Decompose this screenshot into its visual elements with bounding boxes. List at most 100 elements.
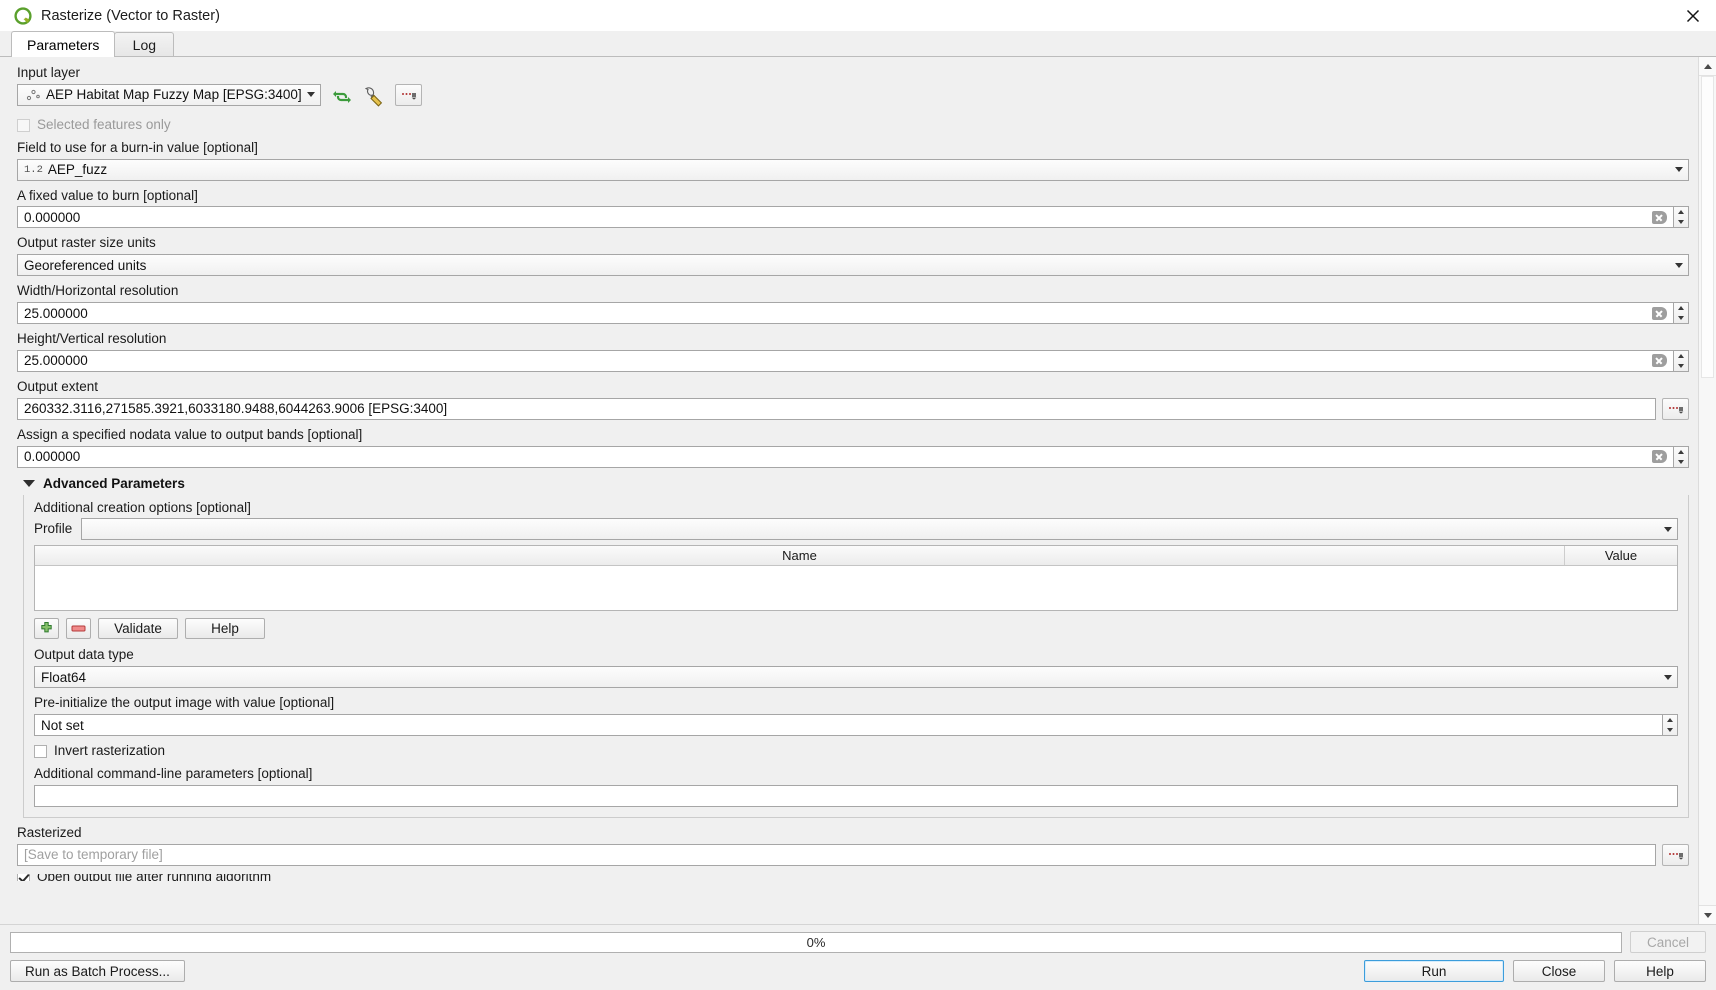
- open-output-file-label: Open output file after running algorithm: [37, 874, 271, 881]
- tab-parameters[interactable]: Parameters: [11, 31, 116, 57]
- dialog-footer: 0% Cancel Run as Batch Process... Run Cl…: [0, 924, 1716, 990]
- vertical-scrollbar[interactable]: [1698, 57, 1716, 924]
- invert-rasterization-row[interactable]: Invert rasterization: [34, 743, 1678, 759]
- chevron-down-icon[interactable]: [1659, 667, 1677, 687]
- nodata-input[interactable]: 0.000000: [17, 445, 1674, 468]
- close-icon[interactable]: [1670, 0, 1716, 31]
- profile-combo[interactable]: [81, 518, 1678, 541]
- rasterized-output-row: Rasterized [Save to temporary file]: [17, 825, 1689, 866]
- burn-field-value: AEP_fuzz: [47, 162, 108, 178]
- input-layer-label: Input layer: [17, 65, 81, 80]
- extra-cli-input[interactable]: [34, 784, 1678, 807]
- selected-features-only-label: Selected features only: [37, 116, 171, 132]
- stepper-up-icon[interactable]: [1663, 715, 1677, 725]
- stepper-up-icon[interactable]: [1674, 303, 1688, 313]
- rasterized-output-input[interactable]: [Save to temporary file]: [17, 843, 1656, 866]
- run-button[interactable]: Run: [1364, 960, 1504, 982]
- output-extent-input[interactable]: 260332.3116,271585.3921,6033180.9488,604…: [17, 397, 1656, 420]
- fixed-value-row: A fixed value to burn [optional] 0.00000…: [17, 187, 1689, 229]
- burn-field-label: Field to use for a burn-in value [option…: [17, 139, 258, 155]
- input-layer-row: Input layer AEP Habitat Map Fuzzy Map [E…: [17, 65, 1689, 110]
- tab-strip: Parameters Log: [0, 31, 1716, 57]
- stepper-up-icon[interactable]: [1674, 207, 1688, 217]
- input-layer-browse-button[interactable]: [394, 83, 422, 106]
- progress-bar: 0%: [10, 931, 1622, 953]
- scrollbar-thumb[interactable]: [1701, 76, 1714, 378]
- fixed-value-label: A fixed value to burn [optional]: [17, 187, 198, 203]
- scroll-down-icon[interactable]: [1699, 905, 1716, 924]
- size-units-combo[interactable]: Georeferenced units: [17, 254, 1689, 277]
- advanced-parameters-title: Advanced Parameters: [43, 475, 185, 491]
- pre-initialize-stepper[interactable]: [1663, 714, 1678, 737]
- width-resolution-text: 25.000000: [24, 305, 88, 321]
- chevron-down-icon[interactable]: [1670, 255, 1688, 275]
- stepper-down-icon[interactable]: [1663, 725, 1677, 735]
- validate-button[interactable]: Validate: [98, 618, 178, 640]
- clear-icon[interactable]: [1652, 450, 1667, 464]
- chevron-down-icon[interactable]: [1659, 519, 1677, 539]
- cancel-button[interactable]: Cancel: [1630, 931, 1706, 953]
- stepper-down-icon[interactable]: [1674, 313, 1688, 323]
- extra-cli-label: Additional command-line parameters [opti…: [34, 765, 313, 781]
- output-extent-browse-button[interactable]: [1662, 397, 1689, 420]
- rasterized-output-browse-button[interactable]: [1662, 843, 1689, 866]
- output-extent-row: Output extent 260332.3116,271585.3921,60…: [17, 379, 1689, 420]
- fixed-value-stepper[interactable]: [1674, 206, 1689, 229]
- fixed-value-input[interactable]: 0.000000: [17, 206, 1674, 229]
- width-resolution-stepper[interactable]: [1674, 302, 1689, 325]
- table-header: Name Value: [35, 546, 1677, 567]
- scroll-up-icon[interactable]: [1699, 57, 1716, 76]
- output-data-type-row: Output data type Float64: [34, 647, 1678, 689]
- selected-features-only-checkbox[interactable]: [17, 118, 30, 132]
- chevron-down-icon: [23, 479, 35, 487]
- invert-rasterization-checkbox[interactable]: [34, 745, 47, 759]
- nodata-stepper[interactable]: [1674, 445, 1689, 468]
- run-as-batch-button[interactable]: Run as Batch Process...: [10, 960, 185, 982]
- open-output-file-checkbox[interactable]: [17, 873, 30, 881]
- extra-cli-row: Additional command-line parameters [opti…: [34, 765, 1678, 807]
- title-bar: Rasterize (Vector to Raster): [0, 0, 1716, 31]
- creation-options-help-button[interactable]: Help: [185, 618, 265, 640]
- input-layer-combo[interactable]: AEP Habitat Map Fuzzy Map [EPSG:3400]: [17, 83, 321, 106]
- fixed-value-text: 0.000000: [24, 209, 81, 225]
- pre-initialize-label: Pre-initialize the output image with val…: [34, 695, 335, 711]
- stepper-down-icon[interactable]: [1674, 217, 1688, 227]
- parameters-panel: Input layer AEP Habitat Map Fuzzy Map [E…: [0, 57, 1716, 924]
- clear-icon[interactable]: [1652, 354, 1667, 368]
- stepper-down-icon[interactable]: [1674, 361, 1688, 371]
- output-data-type-label: Output data type: [34, 647, 134, 663]
- close-button[interactable]: Close: [1513, 960, 1605, 982]
- clear-icon[interactable]: [1652, 306, 1667, 320]
- advanced-parameters-body: Additional creation options [optional] P…: [23, 494, 1689, 818]
- height-resolution-input[interactable]: 25.000000: [17, 349, 1674, 372]
- column-header-value[interactable]: Value: [1565, 546, 1677, 565]
- pre-initialize-input[interactable]: Not set: [34, 714, 1663, 737]
- width-resolution-input[interactable]: 25.000000: [17, 302, 1674, 325]
- window-title: Rasterize (Vector to Raster): [41, 7, 220, 24]
- tab-parameters-label: Parameters: [27, 36, 100, 53]
- help-button[interactable]: Help: [1614, 960, 1706, 982]
- chevron-down-icon[interactable]: [1670, 160, 1688, 180]
- width-resolution-label: Width/Horizontal resolution: [17, 283, 179, 299]
- burn-field-combo[interactable]: 1.2 AEP_fuzz: [17, 158, 1689, 181]
- chevron-down-icon[interactable]: [302, 85, 320, 105]
- creation-options-buttons: Validate Help: [34, 618, 1678, 640]
- remove-option-button[interactable]: [66, 618, 91, 640]
- add-option-button[interactable]: [34, 618, 59, 640]
- column-header-name[interactable]: Name: [35, 546, 1565, 566]
- table-body[interactable]: [35, 566, 1677, 611]
- output-data-type-combo[interactable]: Float64: [34, 666, 1678, 689]
- clear-icon[interactable]: [1652, 210, 1667, 224]
- stepper-down-icon[interactable]: [1674, 457, 1688, 467]
- advanced-parameters-toggle[interactable]: Advanced Parameters: [23, 476, 1689, 491]
- width-resolution-row: Width/Horizontal resolution 25.000000: [17, 283, 1689, 325]
- open-output-file-row[interactable]: Open output file after running algorithm: [17, 873, 1689, 881]
- stepper-up-icon[interactable]: [1674, 447, 1688, 457]
- iterate-over-features-icon[interactable]: [329, 84, 355, 110]
- tab-log[interactable]: Log: [114, 32, 175, 57]
- data-defined-override-wrench-icon[interactable]: [363, 84, 389, 110]
- stepper-up-icon[interactable]: [1674, 351, 1688, 361]
- height-resolution-stepper[interactable]: [1674, 349, 1689, 372]
- selected-features-only-row[interactable]: Selected features only: [17, 116, 1689, 133]
- burn-field-row: Field to use for a burn-in value [option…: [17, 139, 1689, 181]
